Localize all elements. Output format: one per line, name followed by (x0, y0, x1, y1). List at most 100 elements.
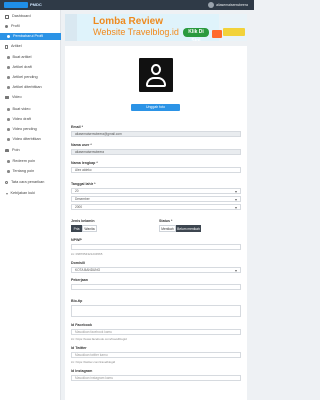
status-option-belum-menikah[interactable]: Belum menikah (176, 225, 201, 232)
email-label: Email * (71, 125, 83, 129)
sidebar-item-label: Artikel diterbitkan (12, 85, 42, 89)
chevron-down-icon (235, 190, 237, 193)
sidebar-item-kebijakan-kuki[interactable]: Kebijakan kuki (0, 190, 61, 197)
dot-icon (7, 160, 10, 163)
avatar-head-icon (151, 64, 161, 75)
username-field: aliasemaisenwbeera (71, 149, 241, 155)
city-value: KOTA BANDUNG (75, 268, 101, 272)
facebook-field[interactable]: Masukkan facebook kamu (71, 329, 241, 335)
sidebar-item-video-diterbitkan[interactable]: Video diterbitkan (0, 136, 61, 143)
banner-bag-icon (212, 30, 222, 38)
npwp-help: ini: 0987654321234565 (71, 252, 103, 256)
dob-label: Tanggal lahir * (71, 182, 96, 186)
banner-title: Lomba Review (93, 16, 164, 27)
sidebar-item-buat-artikel[interactable]: Buat artikel (0, 54, 61, 61)
facebook-help: ini: https://www.facebook.com/travelblog… (71, 337, 127, 341)
banner-subtitle: Website Travelblog.id (93, 27, 179, 37)
job-field[interactable] (71, 284, 241, 290)
dot-icon (7, 86, 10, 89)
status-option-menikah[interactable]: Menikah (159, 225, 176, 232)
sidebar-item-label: Pembaharui Profil (13, 34, 44, 38)
sidebar-item-video[interactable]: Video (0, 94, 61, 101)
gender-option-wanita[interactable]: Wanita (82, 225, 97, 232)
dob-day-value: 20 (75, 189, 79, 193)
dot-icon (7, 76, 10, 79)
sidebar-item-label: Video pending (12, 127, 37, 131)
dob-year-value: 2000 (75, 205, 83, 209)
gender-option-pria[interactable]: Pria (71, 225, 82, 232)
sidebar-item-label: Video draft (12, 117, 31, 121)
sidebar-item-label: Redeem poin (12, 159, 36, 163)
dot-icon (7, 128, 10, 131)
user-menu[interactable]: aliasemaisenwbeera (208, 2, 248, 8)
people-icon (5, 149, 9, 152)
profile-photo (139, 58, 173, 92)
email-field: aliasemaisenwbeera@gmail.com (71, 131, 241, 137)
site-logo[interactable] (4, 2, 28, 8)
dot-icon (7, 108, 10, 111)
sidebar-item-label: Video (12, 95, 22, 99)
sidebar-item-tentang-poin[interactable]: Tentang poin (0, 168, 61, 175)
sidebar-item-buat-video[interactable]: Buat video (0, 106, 61, 113)
sidebar: Dashboard Profil Pembaharui Profil Artik… (0, 10, 61, 400)
sidebar-item-update-profile[interactable]: Pembaharui Profil (0, 33, 61, 40)
grid-icon (5, 14, 9, 19)
sidebar-item-label: Artikel draft (12, 65, 32, 69)
dot-icon (7, 138, 10, 141)
sidebar-item-redeem-poin[interactable]: Redeem poin (0, 158, 61, 165)
fullname-field[interactable]: Alex aideko (71, 167, 241, 173)
banner-cta-button[interactable]: Klik Di Sini (183, 28, 209, 41)
sidebar-item-profil[interactable]: Profil (0, 23, 61, 30)
sidebar-item-poin[interactable]: Poin (0, 147, 61, 154)
user-name: aliasemaisenwbeera (216, 3, 248, 7)
status-label: Status * (159, 219, 173, 223)
username-label: Nama user * (71, 143, 92, 147)
logo-text: PMDC (30, 2, 42, 7)
instagram-field[interactable]: Masukkan instagram kamu (71, 375, 241, 381)
sidebar-item-label: Buat video (12, 107, 31, 111)
profile-form-card: Unggah foto Email * aliasemaisenwbeera@g… (65, 46, 247, 400)
bio-field[interactable] (71, 305, 241, 317)
sidebar-item-artikel[interactable]: Artikel (0, 43, 61, 50)
promo-banner[interactable]: Lomba Review Website Travelblog.id Klik … (65, 14, 247, 41)
upload-photo-button[interactable]: Unggah foto (131, 104, 180, 111)
key-icon (5, 181, 8, 184)
sidebar-item-label: Profil (11, 24, 20, 28)
dob-year-select[interactable]: 2000 (71, 204, 241, 210)
twitter-help: ini: https://twitter.com/travelblogid (71, 360, 116, 364)
city-label: Domisili (71, 261, 85, 265)
user-icon (5, 25, 8, 28)
dob-month-select[interactable]: Desember (71, 196, 241, 202)
sidebar-item-artikel-draft[interactable]: Artikel draft (0, 64, 61, 71)
npwp-field[interactable] (71, 244, 241, 250)
city-select[interactable]: KOTA BANDUNG (71, 267, 241, 273)
sidebar-item-label: Dashboard (12, 14, 31, 18)
sidebar-item-artikel-pending[interactable]: Artikel pending (0, 74, 61, 81)
sidebar-item-label: Tata cara penarikan (11, 180, 45, 184)
chevron-down-icon (235, 206, 237, 209)
user-icon (7, 35, 10, 38)
sidebar-item-tata-cara[interactable]: Tata cara penarikan (0, 179, 61, 186)
chevron-down-icon (235, 269, 237, 272)
sidebar-item-dashboard[interactable]: Dashboard (0, 13, 61, 20)
sidebar-item-label: Video diterbitkan (12, 137, 41, 141)
twitter-field[interactable]: Masukkan twitter kamu (71, 352, 241, 358)
doc-icon (5, 44, 8, 49)
sidebar-item-label: Kebijakan kuki (10, 191, 35, 195)
video-icon (5, 96, 9, 99)
dot-icon (7, 118, 10, 121)
npwp-label: NPWP (71, 238, 82, 242)
dot-icon (7, 56, 10, 59)
facebook-label: Id Facebook (71, 323, 92, 327)
dob-month-value: Desember (75, 197, 90, 201)
bio-label: Bio-tip (71, 299, 83, 303)
chevron-down-icon (235, 198, 237, 201)
sidebar-item-video-draft[interactable]: Video draft (0, 116, 61, 123)
sidebar-item-video-pending[interactable]: Video pending (0, 126, 61, 133)
dob-day-select[interactable]: 20 (71, 188, 241, 194)
top-navbar: PMDC aliasemaisenwbeera (0, 0, 254, 10)
sidebar-item-label: Artikel (11, 44, 22, 48)
sidebar-item-artikel-diterbitkan[interactable]: Artikel diterbitkan (0, 84, 61, 91)
caret-icon (5, 192, 8, 195)
sidebar-item-label: Artikel pending (12, 75, 38, 79)
